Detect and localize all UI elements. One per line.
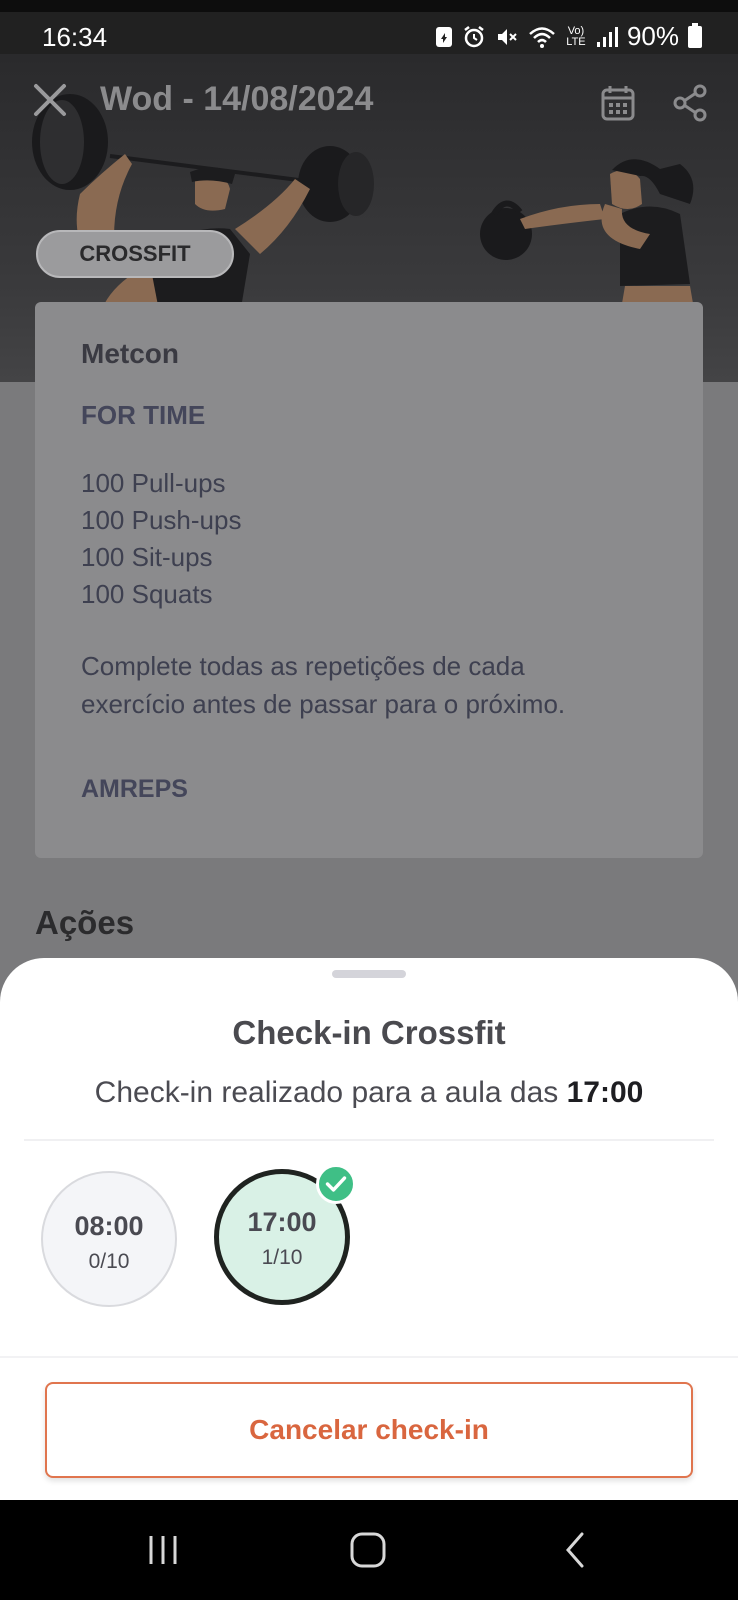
check-icon: [316, 1164, 356, 1204]
wod-section-title: Metcon: [81, 338, 179, 369]
divider: [0, 1356, 738, 1358]
sheet-subtitle: Check-in realizado para a aula das 17:00: [0, 1076, 738, 1110]
category-tag: CROSSFIT: [36, 230, 234, 278]
status-bar: 16:34 Vo) LTE 90%: [0, 0, 738, 54]
wod-note: Complete todas as repetições de cada exe…: [81, 647, 657, 723]
divider: [24, 1139, 714, 1141]
calendar-icon[interactable]: [600, 84, 636, 122]
close-icon[interactable]: [30, 80, 70, 120]
slot-capacity: 1/10: [261, 1246, 303, 1269]
exercise-item: 100 Sit-ups: [81, 542, 213, 572]
wifi-icon: [529, 26, 555, 48]
signal-icon: [596, 26, 618, 47]
battery-icon: [688, 22, 702, 48]
exercise-list: 100 Pull-ups 100 Push-ups 100 Sit-ups 10…: [81, 465, 657, 613]
page-title: Wod - 14/08/2024: [100, 80, 374, 118]
alarm-icon: [464, 25, 484, 47]
mute-icon: [497, 28, 517, 45]
slot-capacity: 0/10: [88, 1250, 130, 1273]
exercise-item: 100 Pull-ups: [81, 468, 226, 498]
status-time: 16:34: [42, 22, 108, 52]
battery-percent: 90%: [626, 21, 679, 51]
subtitle-time: 17:00: [566, 1076, 644, 1109]
actions-heading: Ações: [35, 904, 135, 941]
home-icon[interactable]: [338, 1526, 398, 1574]
time-slot-0800[interactable]: 08:00 0/10: [41, 1171, 177, 1307]
exercise-item: 100 Push-ups: [81, 505, 242, 535]
sheet-title: Check-in Crossfit: [232, 1014, 506, 1051]
volte-icon: Vo) LTE: [566, 24, 586, 48]
recent-apps-icon[interactable]: [133, 1526, 193, 1574]
exercise-item: 100 Squats: [81, 579, 213, 609]
back-icon[interactable]: [546, 1526, 606, 1574]
share-icon[interactable]: [672, 84, 708, 122]
system-nav-bar: [0, 1500, 738, 1600]
cancel-checkin-button[interactable]: Cancelar check-in: [45, 1382, 693, 1478]
wod-format: FOR TIME: [81, 400, 206, 430]
wod-card: Metcon FOR TIME 100 Pull-ups 100 Push-up…: [35, 302, 703, 858]
status-icons: Vo) LTE 90%: [435, 21, 702, 52]
wod-note-line: Complete todas as repetições de cada: [81, 651, 525, 681]
sheet-drag-handle[interactable]: [332, 970, 406, 978]
checkin-sheet: Check-in Crossfit Check-in realizado par…: [0, 958, 738, 1500]
notification-icon: [435, 26, 452, 47]
wod-note-line: exercício antes de passar para o próximo…: [81, 689, 566, 719]
slot-time: 08:00: [74, 1211, 144, 1241]
subtitle-text: Check-in realizado para a aula das: [94, 1076, 559, 1109]
slot-time: 17:00: [247, 1207, 317, 1237]
wod-score-type: AMREPS: [81, 775, 188, 803]
